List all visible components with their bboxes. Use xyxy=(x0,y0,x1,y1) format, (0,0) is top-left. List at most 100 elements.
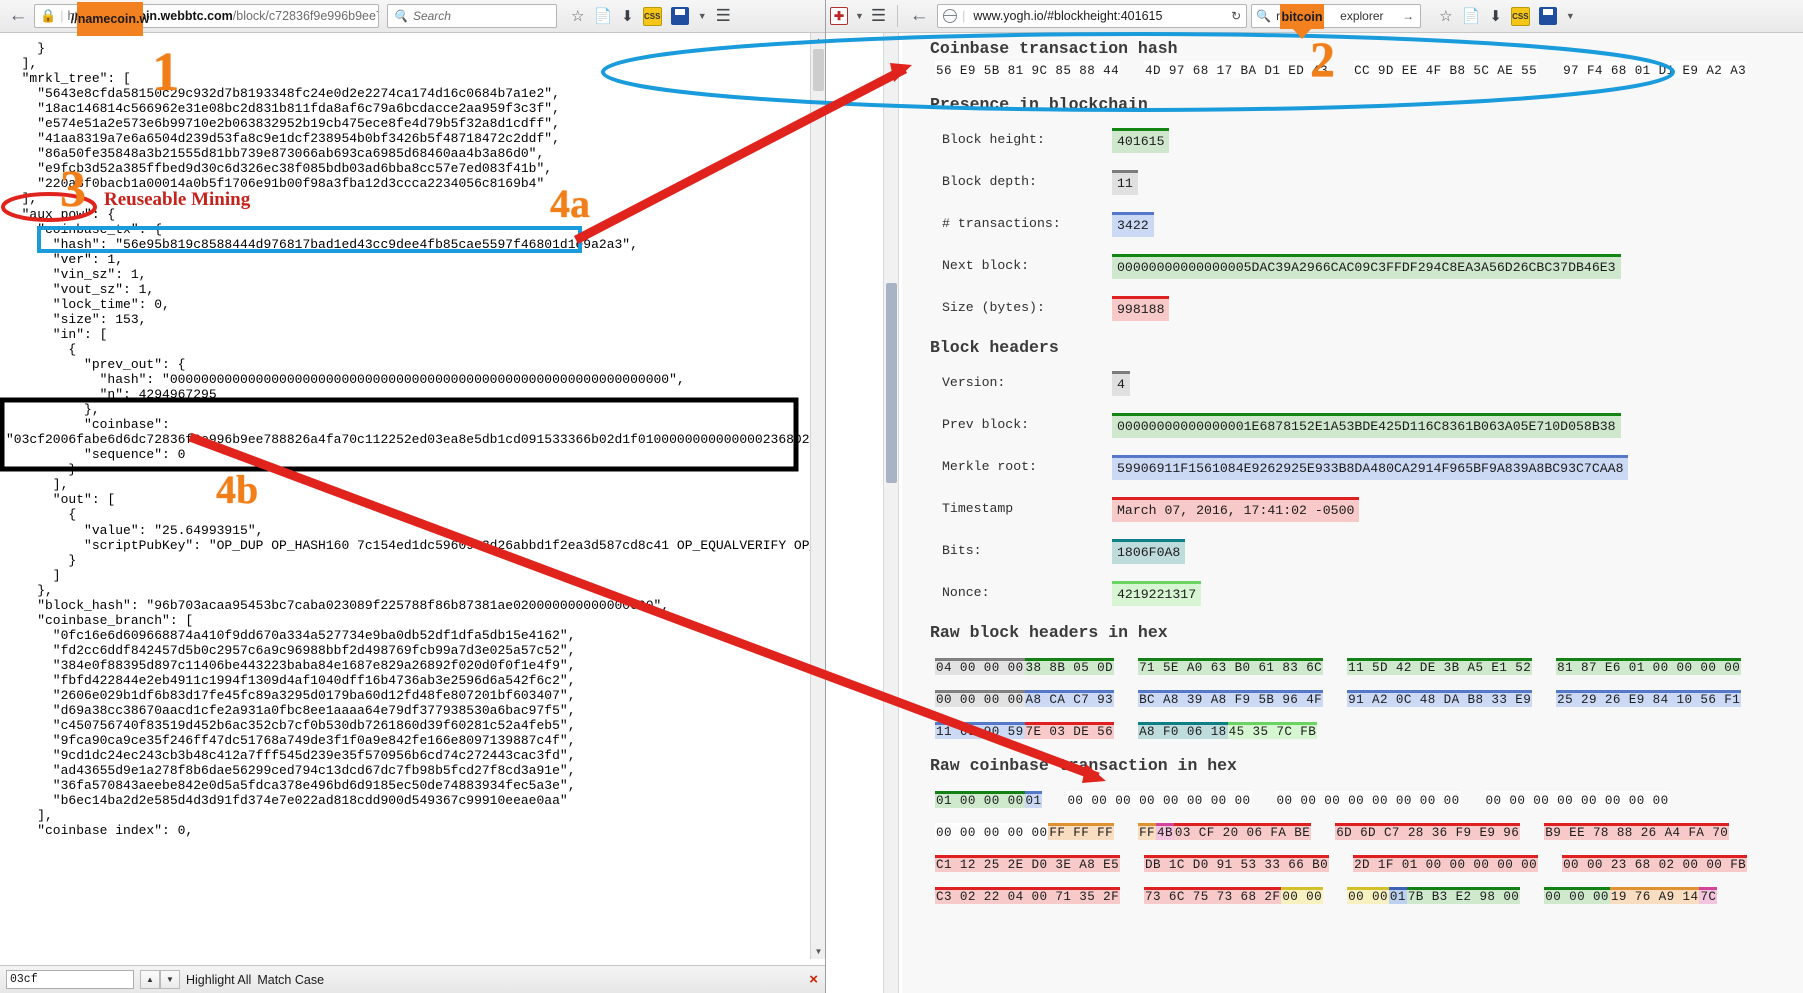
hamburger-menu-icon[interactable]: ☰ xyxy=(716,6,731,26)
scrollbar-thumb[interactable] xyxy=(813,49,824,91)
highlight-all-label[interactable]: Highlight All xyxy=(186,973,251,987)
url-divider: | xyxy=(962,9,966,23)
hex-segment: 11 5D 42 DE 3B A5 E1 52 xyxy=(1347,658,1533,675)
block-field-value[interactable]: 4219221317 xyxy=(1112,581,1202,606)
hex-cell[interactable]: 91 A2 0C 48 DA B8 33 E9 xyxy=(1342,688,1537,710)
block-field-value[interactable]: 3422 xyxy=(1112,212,1154,237)
hex-cell[interactable]: 81 87 E6 01 00 00 00 00 xyxy=(1551,656,1746,678)
hex-cell[interactable]: 00 00 00 19 76 A9 14 7C xyxy=(1539,885,1722,907)
hex-cell[interactable]: 11 5D 42 DE 3B A5 E1 52 xyxy=(1342,656,1537,678)
page-scrollbar[interactable] xyxy=(883,33,899,993)
hex-cell[interactable]: C1 12 25 2E D0 3E A8 E5 xyxy=(930,853,1125,875)
block-field-row: Version: 4 xyxy=(902,371,1803,396)
css-addon-icon[interactable]: CSS xyxy=(1510,6,1530,26)
block-field-value[interactable]: 401615 xyxy=(1112,128,1170,153)
block-field-value[interactable]: March 07, 2016, 17:41:02 -0500 xyxy=(1112,497,1360,522)
chevron-down-icon[interactable]: ▼ xyxy=(698,11,707,21)
hex-cell[interactable]: 71 5E A0 63 B0 61 83 6C xyxy=(1133,656,1328,678)
left-url-bar[interactable]: 🔒 | http://namecoin.webbtc.com/block/c72… xyxy=(34,4,379,28)
hex-cell[interactable]: 04 00 00 00 38 8B 05 0D xyxy=(930,656,1119,678)
find-previous-button[interactable]: ▲ xyxy=(140,970,160,989)
hex-cell[interactable]: 01 00 00 00 01 xyxy=(930,789,1047,811)
left-pane-scrollbar[interactable]: ▲ ▼ xyxy=(810,33,825,959)
scroll-up-icon[interactable]: ▲ xyxy=(811,33,825,48)
hex-segment: 7B B3 E2 98 00 xyxy=(1406,887,1521,904)
block-field-value[interactable]: 998188 xyxy=(1112,296,1170,321)
json-viewer-pane: } ], "mrkl_tree": [ "5643e8cfda58150c29c… xyxy=(0,33,825,993)
hex-cell[interactable]: 25 29 26 E9 84 10 56 F1 xyxy=(1551,688,1746,710)
hex-cell[interactable]: 00 00 00 00 00 00 00 00 xyxy=(1480,789,1675,811)
go-arrow-icon[interactable]: → xyxy=(1402,9,1414,23)
coinbase-tx-hash-hex-row: 56 E9 5B 81 9C 85 88 44 4D 97 68 17 BA D1… xyxy=(902,59,1803,81)
hex-segment: B9 EE 78 88 26 A4 FA 70 xyxy=(1544,823,1730,840)
block-field-row: Timestamp March 07, 2016, 17:41:02 -0500 xyxy=(902,497,1803,522)
chevron-down-icon[interactable]: ▼ xyxy=(1566,11,1575,21)
left-search-bar[interactable]: 🔍 Search xyxy=(387,4,557,28)
addon-icon[interactable]: ✚ xyxy=(830,7,848,25)
block-explorer-page: Coinbase transaction hash 56 E9 5B 81 9C… xyxy=(826,33,1803,993)
css-addon-icon[interactable]: CSS xyxy=(642,6,662,26)
block-field-value[interactable]: 1806F0A8 xyxy=(1112,539,1186,564)
hex-row: C3 02 22 04 00 71 35 2F 73 6C 75 73 68 2F… xyxy=(930,885,1793,907)
block-field-value[interactable]: 4 xyxy=(1112,371,1130,396)
block-field-row: # transactions: 3422 xyxy=(902,212,1803,237)
block-field-value[interactable]: 00000000000000001E6878152E1A53BDE425D116… xyxy=(1112,413,1621,438)
right-url-bar[interactable]: | www.yogh.io/#blockheight:401615 ↻ xyxy=(937,4,1248,28)
library-icon[interactable]: 📄 xyxy=(593,9,612,24)
scrollbar-thumb[interactable] xyxy=(886,283,897,483)
block-field-value[interactable]: 11 xyxy=(1112,170,1138,195)
hex-segment: 4B xyxy=(1156,823,1174,840)
section-title: Presence in blockchain xyxy=(930,95,1148,114)
hex-cell[interactable]: 00 00 00 00 00 00 00 00 xyxy=(1061,789,1256,811)
find-bar: 03cf ▲ ▼ Highlight All Match Case × xyxy=(0,965,825,993)
hex-row: 04 00 00 00 38 8B 05 0D 71 5E A0 63 B0 61 … xyxy=(930,656,1793,678)
raw-block-headers-title: Raw block headers in hex xyxy=(930,623,1168,642)
url-scheme: http xyxy=(67,9,89,23)
hex-segment: CC 9D EE 4F B8 5C AE 55 xyxy=(1353,61,1539,78)
block-field-row: Block height: 401615 xyxy=(902,128,1803,153)
save-addon-icon[interactable] xyxy=(1538,7,1557,25)
block-field-value[interactable]: 00000000000000005DAC39A2966CAC09C3FFDF29… xyxy=(1112,254,1621,279)
hex-cell[interactable]: A8 F0 06 18 45 35 7C FB xyxy=(1133,720,1322,742)
hex-cell[interactable]: BC A8 39 A8 F9 5B 96 4F xyxy=(1133,688,1328,710)
block-field-label: Block depth: xyxy=(942,174,1037,189)
chevron-down-icon[interactable]: ▼ xyxy=(855,11,864,21)
scroll-down-icon[interactable]: ▼ xyxy=(811,944,825,959)
hex-cell[interactable]: 00 00 23 68 02 00 00 FB xyxy=(1557,853,1752,875)
lock-icon: 🔒 xyxy=(40,8,57,23)
hamburger-menu-icon[interactable]: ☰ xyxy=(871,6,886,26)
coinbase-tx-hash-heading: Coinbase transaction hash xyxy=(930,39,1178,53)
library-icon[interactable]: 📄 xyxy=(1462,9,1481,24)
hex-cell[interactable]: 73 6C 75 73 68 2F 00 00 xyxy=(1139,885,1328,907)
hex-segment: 25 29 26 E9 84 10 56 F1 xyxy=(1556,690,1742,707)
hex-cell[interactable]: FF 4B 03 CF 20 06 FA BE xyxy=(1133,821,1316,843)
hex-cell[interactable]: B9 EE 78 88 26 A4 FA 70 xyxy=(1539,821,1734,843)
hex-cell[interactable]: C3 02 22 04 00 71 35 2F xyxy=(930,885,1125,907)
download-icon[interactable]: ⬇ xyxy=(621,9,634,24)
find-input[interactable]: 03cf xyxy=(6,970,134,989)
hex-cell[interactable]: 11 69 90 59 7E 03 DE 56 xyxy=(930,720,1119,742)
find-close-icon[interactable]: × xyxy=(809,971,818,988)
hex-cell[interactable]: 00 00 01 7B B3 E2 98 00 xyxy=(1342,885,1525,907)
search-icon: 🔍 xyxy=(1256,9,1272,23)
hex-cell[interactable]: 00 00 00 00 00 FF FF FF xyxy=(930,821,1119,843)
match-case-label[interactable]: Match Case xyxy=(257,973,324,987)
hex-segment: 00 00 00 00 00 00 00 00 xyxy=(1275,791,1461,808)
reload-icon[interactable]: ↻ xyxy=(1231,9,1241,23)
find-next-button[interactable]: ▼ xyxy=(160,970,180,989)
save-addon-icon[interactable] xyxy=(670,7,689,25)
hex-segment: 91 A2 0C 48 DA B8 33 E9 xyxy=(1347,690,1533,707)
back-arrow-icon[interactable]: ← xyxy=(4,3,32,29)
hex-cell[interactable]: 2D 1F 01 00 00 00 00 00 xyxy=(1348,853,1543,875)
star-icon[interactable]: ☆ xyxy=(1439,9,1452,24)
back-arrow-icon[interactable]: ← xyxy=(905,3,933,29)
block-field-value[interactable]: 59906911F1561084E9262925E933B8DA480CA291… xyxy=(1112,455,1629,480)
download-icon[interactable]: ⬇ xyxy=(1489,9,1502,24)
hex-cell[interactable]: 6D 6D C7 28 36 F9 E9 96 xyxy=(1330,821,1525,843)
block-field-row: Nonce: 4219221317 xyxy=(902,581,1803,606)
hex-cell[interactable]: 00 00 00 00 00 00 00 00 xyxy=(1271,789,1466,811)
right-search-bar[interactable]: 🔍 raw bitcoin explorer → xyxy=(1251,4,1422,28)
hex-cell[interactable]: 00 00 00 00 A8 CA C7 93 xyxy=(930,688,1119,710)
star-icon[interactable]: ☆ xyxy=(571,9,584,24)
hex-cell[interactable]: DB 1C D0 91 53 33 66 B0 xyxy=(1139,853,1334,875)
